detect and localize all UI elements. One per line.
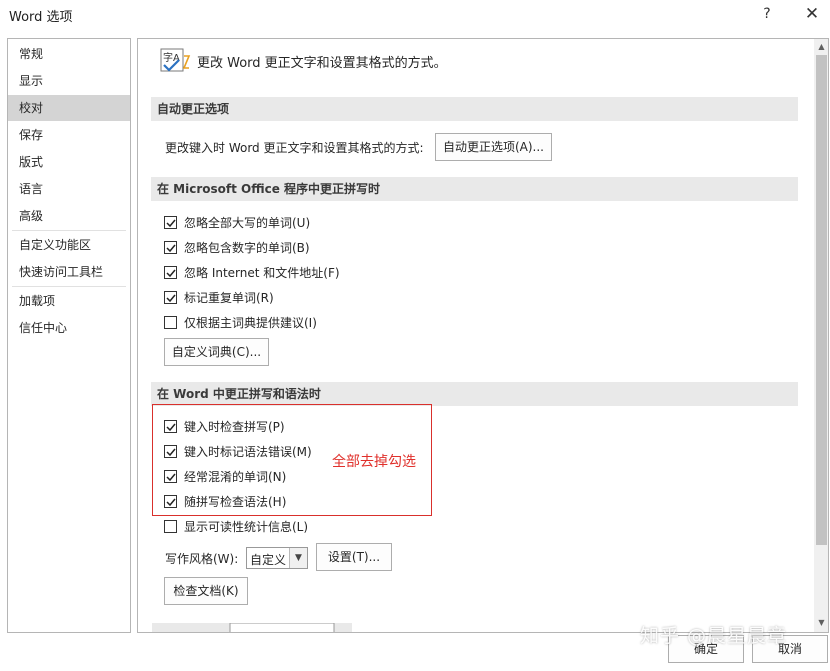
option-confused-words-label: 经常混淆的单词(N) bbox=[184, 470, 287, 484]
scrollbar[interactable]: ▲ ▼ bbox=[814, 39, 828, 632]
sidebar-item-quick-access-toolbar[interactable]: 快速访问工具栏 bbox=[8, 259, 130, 285]
sidebar-item-general[interactable]: 常规 bbox=[8, 41, 130, 67]
sidebar-divider bbox=[12, 230, 126, 231]
option-flag-repeated-label: 标记重复单词(R) bbox=[184, 291, 274, 305]
sidebar-item-save[interactable]: 保存 bbox=[8, 122, 130, 148]
checkbox[interactable] bbox=[164, 316, 177, 329]
autocorrect-description: 更改键入时 Word 更正文字和设置其格式的方式: bbox=[165, 141, 424, 155]
proofing-panel: 字 A 更改 Word 更正文字和设置其格式的方式。 自动更正选项 更改键入时 … bbox=[137, 38, 829, 633]
option-ignore-internet-label: 忽略 Internet 和文件地址(F) bbox=[184, 266, 340, 280]
sidebar-item-advanced[interactable]: 高级 bbox=[8, 203, 130, 229]
option-ignore-uppercase-label: 忽略全部大写的单词(U) bbox=[184, 216, 311, 230]
checkbox[interactable] bbox=[164, 445, 177, 458]
option-readability-stats-label: 显示可读性统计信息(L) bbox=[184, 520, 309, 534]
autocorrect-options-button[interactable]: 自动更正选项(A)... bbox=[435, 133, 552, 161]
sidebar-item-trust-center[interactable]: 信任中心 bbox=[8, 315, 130, 341]
checkbox[interactable] bbox=[164, 266, 177, 279]
option-grammar-with-spelling-label: 随拼写检查语法(H) bbox=[184, 495, 287, 509]
scroll-up-icon[interactable]: ▲ bbox=[814, 39, 828, 54]
checkbox[interactable] bbox=[164, 241, 177, 254]
writing-style-select[interactable]: 自定义 ▼ bbox=[246, 547, 308, 569]
sidebar-item-customize-ribbon[interactable]: 自定义功能区 bbox=[8, 232, 130, 258]
close-button[interactable]: ✕ bbox=[799, 3, 825, 25]
svg-text:字: 字 bbox=[163, 51, 173, 64]
settings-button[interactable]: 设置(T)... bbox=[316, 543, 392, 571]
section-office-spelling-header: 在 Microsoft Office 程序中更正拼写时 bbox=[151, 177, 798, 201]
writing-style-label: 写作风格(W): bbox=[165, 552, 239, 566]
options-sidebar: 常规 显示 校对 保存 版式 语言 高级 自定义功能区 快速访问工具栏 加载项 … bbox=[7, 38, 131, 633]
chevron-down-icon[interactable]: ▼ bbox=[289, 548, 307, 568]
sidebar-item-add-ins[interactable]: 加载项 bbox=[8, 288, 130, 314]
option-check-spelling-label: 键入时检查拼写(P) bbox=[184, 420, 285, 434]
sidebar-item-proofing[interactable]: 校对 bbox=[8, 95, 130, 121]
spelling-grammar-icon: 字 A bbox=[160, 48, 191, 72]
sidebar-divider bbox=[12, 286, 126, 287]
watermark: 知乎 @晨星晨章 bbox=[640, 625, 788, 647]
page-description: 更改 Word 更正文字和设置其格式的方式。 bbox=[197, 56, 447, 71]
checkbox[interactable] bbox=[164, 420, 177, 433]
scroll-down-icon[interactable]: ▼ bbox=[814, 615, 828, 630]
help-button[interactable]: ? bbox=[754, 3, 780, 25]
recheck-document-button[interactable]: 检查文档(K) bbox=[164, 577, 248, 605]
partial-content bbox=[152, 623, 352, 632]
scroll-thumb[interactable] bbox=[816, 55, 827, 545]
sidebar-item-language[interactable]: 语言 bbox=[8, 176, 130, 202]
option-mark-grammar-label: 键入时标记语法错误(M) bbox=[184, 445, 312, 459]
section-word-spelling-header: 在 Word 中更正拼写和语法时 bbox=[151, 382, 798, 406]
title-bar: Word 选项 ? ✕ bbox=[0, 0, 830, 30]
checkbox[interactable] bbox=[164, 495, 177, 508]
sidebar-item-display[interactable]: 显示 bbox=[8, 68, 130, 94]
custom-dictionaries-button[interactable]: 自定义词典(C)... bbox=[164, 338, 269, 366]
checkbox[interactable] bbox=[164, 470, 177, 483]
section-autocorrect-header: 自动更正选项 bbox=[151, 97, 798, 121]
annotation-text: 全部去掉勾选 bbox=[332, 454, 416, 470]
sidebar-item-typography[interactable]: 版式 bbox=[8, 149, 130, 175]
option-main-dictionary-label: 仅根据主词典提供建议(I) bbox=[184, 316, 317, 330]
checkbox[interactable] bbox=[164, 520, 177, 533]
checkbox[interactable] bbox=[164, 291, 177, 304]
window-title: Word 选项 bbox=[9, 10, 73, 25]
option-ignore-numbers-label: 忽略包含数字的单词(B) bbox=[184, 241, 310, 255]
checkbox[interactable] bbox=[164, 216, 177, 229]
writing-style-value: 自定义 bbox=[250, 553, 287, 567]
